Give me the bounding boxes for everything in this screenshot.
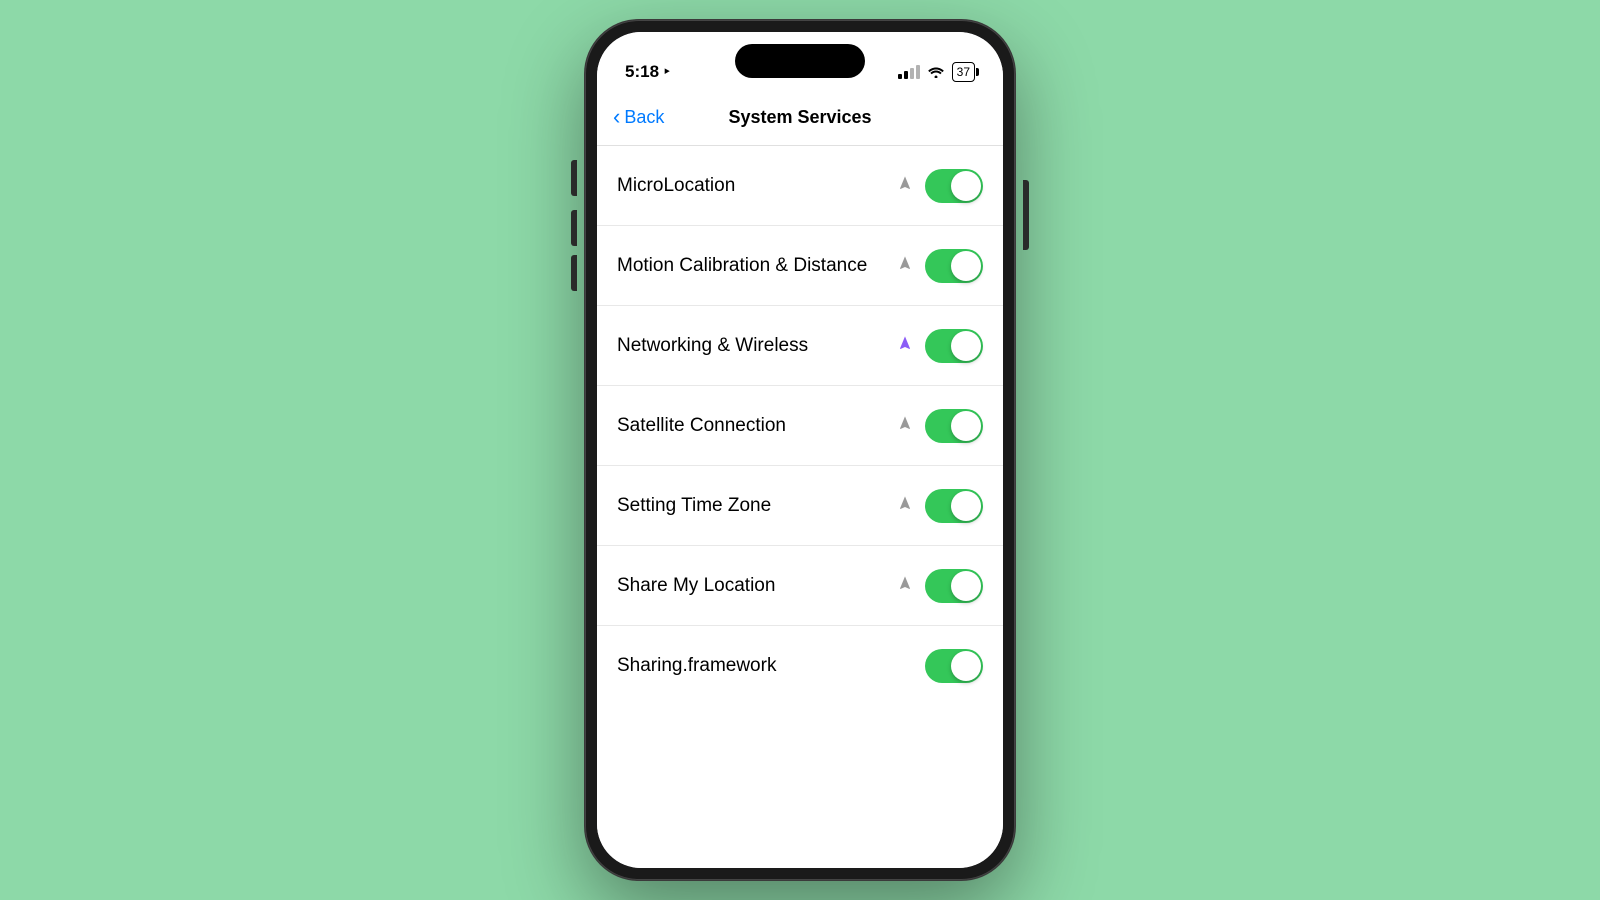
location-arrow-microlocation [897, 175, 913, 196]
phone-device: 5:18 ‣ 37 [585, 20, 1015, 880]
toggle-share-my-location[interactable] [925, 569, 983, 603]
toggle-knob-satellite-connection [951, 411, 981, 441]
battery-level: 37 [957, 65, 970, 79]
toggle-knob-microlocation [951, 171, 981, 201]
status-time: 5:18 ‣ [625, 62, 671, 82]
setting-label-share-my-location: Share My Location [617, 575, 897, 597]
page-title: System Services [728, 107, 871, 128]
setting-right-share-my-location [897, 569, 983, 603]
setting-label-motion-calibration: Motion Calibration & Distance [617, 255, 897, 277]
setting-right-setting-time-zone [897, 489, 983, 523]
phone-screen: 5:18 ‣ 37 [597, 32, 1003, 868]
location-arrow-setting-time-zone [897, 495, 913, 516]
toggle-microlocation[interactable] [925, 169, 983, 203]
signal-bar-4 [916, 65, 920, 79]
setting-right-satellite-connection [897, 409, 983, 443]
settings-list: MicroLocation Motion Calibration & Dista… [597, 146, 1003, 868]
dynamic-island [735, 44, 865, 78]
toggle-knob-networking-wireless [951, 331, 981, 361]
back-label: Back [624, 107, 664, 128]
setting-row-share-my-location: Share My Location [597, 546, 1003, 626]
setting-right-sharing-framework [925, 649, 983, 683]
location-arrow-share-my-location [897, 575, 913, 596]
signal-bar-1 [898, 74, 902, 79]
signal-bar-2 [904, 71, 908, 79]
location-arrow-motion-calibration [897, 255, 913, 276]
toggle-knob-share-my-location [951, 571, 981, 601]
setting-label-networking-wireless: Networking & Wireless [617, 335, 897, 357]
back-button[interactable]: ‹ Back [613, 107, 664, 128]
signal-bar-3 [910, 68, 914, 79]
setting-label-satellite-connection: Satellite Connection [617, 415, 897, 437]
time-display: 5:18 [625, 62, 659, 82]
location-arrow-satellite-connection [897, 415, 913, 436]
toggle-knob-sharing-framework [951, 651, 981, 681]
setting-row-networking-wireless: Networking & Wireless [597, 306, 1003, 386]
status-bar: 5:18 ‣ 37 [597, 32, 1003, 90]
toggle-setting-time-zone[interactable] [925, 489, 983, 523]
setting-row-satellite-connection: Satellite Connection [597, 386, 1003, 466]
toggle-knob-setting-time-zone [951, 491, 981, 521]
toggle-sharing-framework[interactable] [925, 649, 983, 683]
setting-label-setting-time-zone: Setting Time Zone [617, 495, 897, 517]
setting-row-microlocation: MicroLocation [597, 146, 1003, 226]
setting-right-networking-wireless [897, 329, 983, 363]
setting-right-microlocation [897, 169, 983, 203]
setting-label-microlocation: MicroLocation [617, 175, 897, 197]
setting-right-motion-calibration [897, 249, 983, 283]
setting-row-setting-time-zone: Setting Time Zone [597, 466, 1003, 546]
location-arrow-status: ‣ [663, 64, 671, 80]
wifi-icon [927, 64, 945, 81]
chevron-left-icon: ‹ [613, 106, 620, 128]
nav-bar: ‹ Back System Services [597, 90, 1003, 146]
setting-row-sharing-framework: Sharing.framework [597, 626, 1003, 706]
status-right-icons: 37 [898, 62, 975, 82]
toggle-networking-wireless[interactable] [925, 329, 983, 363]
toggle-motion-calibration[interactable] [925, 249, 983, 283]
battery-icon: 37 [952, 62, 975, 82]
toggle-knob-motion-calibration [951, 251, 981, 281]
signal-icon [898, 65, 920, 79]
setting-row-motion-calibration: Motion Calibration & Distance [597, 226, 1003, 306]
location-arrow-networking-wireless [897, 335, 913, 356]
toggle-satellite-connection[interactable] [925, 409, 983, 443]
setting-label-sharing-framework: Sharing.framework [617, 655, 925, 677]
